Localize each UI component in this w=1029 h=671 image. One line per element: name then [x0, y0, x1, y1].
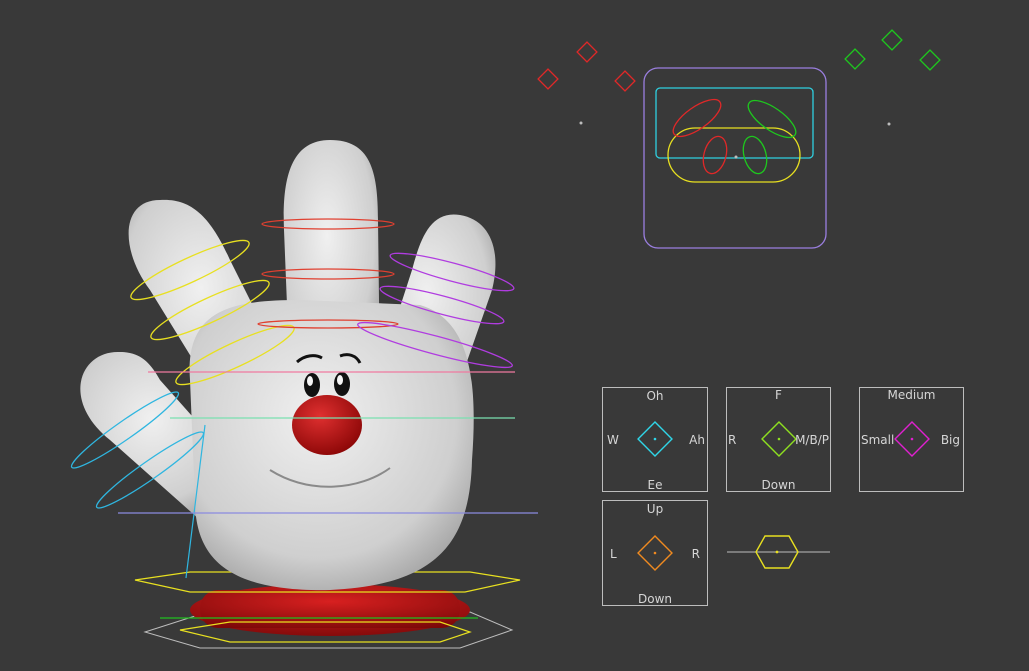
brow-controls-left[interactable] [537, 41, 636, 92]
panel-top-label: Oh [646, 389, 664, 403]
lip-shape-panel[interactable]: F R M/B/P Down [726, 387, 831, 492]
left-eye [304, 373, 320, 397]
panel-left-label: L [610, 547, 617, 561]
mouth-shape-panel[interactable]: Oh W Ah Ee [602, 387, 708, 492]
nose [292, 395, 362, 455]
panel-left-label: R [728, 433, 737, 447]
panel-right-label: R [691, 547, 700, 561]
eyes-control-frame[interactable] [655, 87, 814, 159]
panel-bottom-label: Down [761, 478, 796, 492]
panel-right-label: Big [940, 433, 960, 447]
panel-right-label: Ah [689, 433, 705, 447]
panel-left-label: W [607, 433, 619, 447]
panel-right-label: M/B/P [795, 433, 829, 447]
3d-viewport[interactable]: Oh W Ah Ee F R M/B/P Down Medium Small B… [0, 0, 1029, 671]
panel-bottom-label: Ee [647, 478, 663, 492]
panel-bottom-label: Down [637, 592, 672, 606]
right-eye [334, 372, 350, 396]
glove-body [80, 140, 496, 591]
panel-left-label: Small [861, 433, 895, 447]
left-eyelid-control[interactable] [668, 93, 726, 143]
right-eye-control[interactable] [739, 134, 770, 176]
brow-controls-right[interactable] [844, 29, 941, 71]
left-eye-control[interactable] [699, 134, 730, 176]
panel-top-label: Up [646, 502, 664, 516]
direction-panel[interactable]: Up L R Down [602, 500, 708, 606]
character-rig-view[interactable] [0, 0, 1029, 671]
size-panel[interactable]: Medium Small Big [859, 387, 964, 492]
panel-top-label: Medium [887, 388, 936, 402]
panel-top-label: F [775, 388, 782, 402]
